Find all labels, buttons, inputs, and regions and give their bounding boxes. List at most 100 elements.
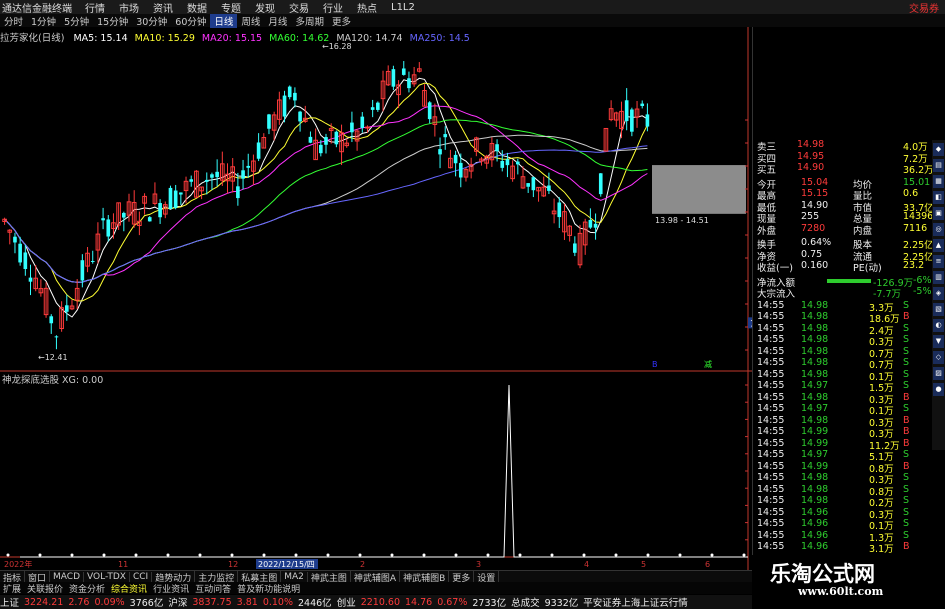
trade-entry-button[interactable]: 交易券 (909, 0, 945, 15)
period-15min[interactable]: 15分钟 (93, 14, 132, 28)
toolbar-icon-16[interactable]: ● (933, 383, 944, 396)
quote-row: 14:55 14.98 0.7万 S (753, 357, 933, 371)
chart-area[interactable]: 13.98 - 14.51←16.28←12.41B减 15.0014.7514… (0, 27, 752, 570)
period-intraday[interactable]: 分时 (0, 14, 27, 28)
xg-baseline-dot (518, 553, 522, 557)
candle-body (407, 78, 411, 89)
menu-item-l1l2[interactable]: L1L2 (384, 2, 422, 13)
menu-item-discover[interactable]: 发现 (248, 0, 282, 15)
stat-value: 15.04 (801, 176, 829, 188)
tick-time: 14:55 (757, 460, 785, 472)
stat-value: 7280 (801, 222, 826, 234)
extension-tab[interactable]: 互动问答 (192, 582, 234, 595)
ma-legend: 拉芳家化(日线) MA5: 15.14 MA10: 15.29 MA20: 15… (0, 30, 470, 44)
candle-body (365, 126, 370, 129)
quote-row: 14:55 14.96 0.3万 S (753, 506, 933, 521)
candle-body (531, 177, 536, 191)
stat-value: 7116 (903, 222, 928, 234)
tick-time: 14:55 (757, 426, 785, 437)
period-weekly[interactable]: 周线 (237, 14, 264, 28)
index-value: 2210.60 (360, 596, 400, 608)
tick-price: 14.98 (801, 472, 829, 483)
indicator-tab[interactable]: VOL-TDX (84, 572, 130, 582)
tick-price: 14.97 (801, 403, 829, 414)
toolbar-icon-3[interactable]: ▦ (933, 175, 944, 188)
menu-item-data[interactable]: 数据 (180, 0, 214, 15)
menu-item-topic[interactable]: 专题 (214, 0, 248, 15)
stat-value: 14396 (903, 211, 934, 222)
tick-price: 14.98 (801, 495, 829, 506)
candle-body (287, 86, 292, 98)
flow-pct: -5% (913, 286, 932, 297)
candle-body (319, 144, 323, 154)
period-60min[interactable]: 60分钟 (171, 14, 210, 28)
index-percent: 0.67% (437, 596, 468, 608)
extension-tab[interactable]: 关联报价 (24, 582, 66, 595)
candle-body (443, 134, 448, 138)
index-name: 创业 (336, 598, 356, 609)
toolbar-icon-6[interactable]: ◎ (933, 223, 944, 236)
toolbar-icon-8[interactable]: ≡ (933, 255, 944, 268)
extension-tab[interactable]: 资金分析 (66, 582, 108, 595)
extension-tab[interactable]: 普及新功能说明 (234, 582, 303, 595)
xg-baseline-dot (358, 553, 362, 557)
stat-label: 内盘 (853, 225, 873, 237)
candle-body (64, 305, 69, 312)
xg-baseline-dot (422, 553, 426, 557)
toolbar-icon-1[interactable]: ◆ (933, 143, 944, 156)
candle-body (90, 260, 95, 262)
menu-item-quote[interactable]: 行情 (78, 0, 112, 15)
tick-price: 14.98 (801, 368, 829, 380)
candle-body (298, 111, 302, 122)
period-monthly[interactable]: 月线 (264, 14, 291, 28)
menu-item-market[interactable]: 市场 (112, 0, 146, 15)
xg-baseline-dot (134, 553, 138, 557)
stat-value: 14.90 (801, 199, 829, 211)
menu-item-industry[interactable]: 行业 (316, 0, 350, 15)
period-5min[interactable]: 5分钟 (60, 14, 93, 28)
toolbar-icon-13[interactable]: ▼ (933, 335, 944, 348)
tick-time: 14:55 (757, 403, 785, 414)
toolbar-icon-11[interactable]: ▧ (933, 303, 944, 316)
menu-item-hot[interactable]: 热点 (350, 0, 384, 15)
toolbar-icon-10[interactable]: ◈ (933, 287, 944, 300)
ma10-line (4, 82, 648, 302)
toolbar-icon-7[interactable]: ▲ (933, 239, 944, 252)
indicator-tab[interactable]: MA2 (281, 572, 308, 582)
period-multi[interactable]: 多周期 (291, 14, 328, 28)
app-title: 通达信金融终端 (2, 3, 72, 15)
toolbar-icon-9[interactable]: ▥ (933, 271, 944, 284)
indicator-tab[interactable]: MACD (50, 572, 85, 582)
toolbar-icon-15[interactable]: ▨ (933, 367, 944, 380)
period-1min[interactable]: 1分钟 (27, 14, 60, 28)
ma250-legend: MA250: 14.5 (409, 33, 470, 44)
period-more[interactable]: 更多 (328, 14, 355, 28)
toolbar-icon-14[interactable]: ◇ (933, 351, 944, 364)
toolbar-icon-4[interactable]: ◧ (933, 191, 944, 204)
menu-item-trade[interactable]: 交易 (282, 0, 316, 15)
tick-direction: B (903, 460, 910, 472)
tick-direction: B (903, 437, 910, 449)
tick-time: 14:55 (757, 483, 785, 495)
period-30min[interactable]: 30分钟 (132, 14, 171, 28)
x-axis-label: 11 (118, 560, 128, 569)
candle-body (360, 116, 365, 128)
extension-tab[interactable]: 行业资讯 (150, 582, 192, 595)
tick-direction: S (903, 506, 910, 518)
toolbar-icon-12[interactable]: ◐ (933, 319, 944, 332)
candle-body (573, 243, 577, 253)
tick-price: 14.99 (801, 437, 829, 449)
menu-item-news[interactable]: 资讯 (146, 0, 180, 15)
indicator-tab[interactable]: CCI (130, 572, 153, 582)
tick-direction: S (903, 483, 910, 495)
stat-value: 0.64% (801, 237, 832, 248)
tick-price: 14.96 (801, 518, 829, 529)
period-daily[interactable]: 日线 (210, 13, 238, 28)
extension-tab[interactable]: 综合资讯 (108, 582, 150, 595)
toolbar-icon-2[interactable]: ▤ (933, 159, 944, 172)
low-annotation: ←12.41 (38, 353, 68, 362)
candle-body (189, 179, 194, 182)
extension-tab[interactable]: 扩展 (0, 582, 24, 595)
range-highlight-box (652, 165, 746, 214)
toolbar-icon-5[interactable]: ▣ (933, 207, 944, 220)
